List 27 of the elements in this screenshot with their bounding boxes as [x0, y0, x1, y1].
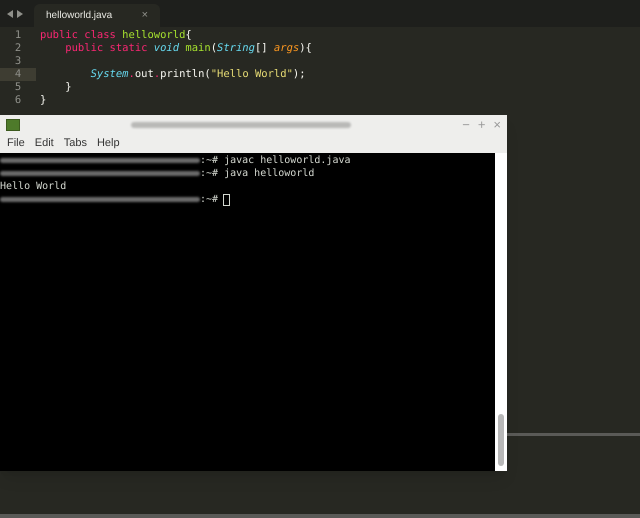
line-number: 3: [14, 55, 22, 68]
terminal-command: :~# javac helloworld.java: [200, 154, 351, 167]
scrollbar[interactable]: [495, 153, 507, 471]
terminal-command: :~#: [200, 193, 218, 206]
menu-item[interactable]: Tabs: [64, 135, 87, 152]
code-line: public class helloworld{: [39, 28, 192, 43]
editor-tab[interactable]: helloworld.java ×: [34, 4, 160, 27]
line-number: 4: [0, 68, 36, 81]
line-number: 1: [14, 29, 22, 42]
line-number: 2: [14, 42, 22, 55]
code-line: }: [39, 92, 46, 108]
left-arrow-icon[interactable]: [6, 10, 14, 18]
terminal-command: :~# java helloworld: [200, 167, 314, 180]
line-number: 5: [14, 81, 22, 94]
tab-close-button[interactable]: ×: [142, 7, 148, 24]
code-line: System.out.println("Hello World");: [90, 66, 306, 82]
right-arrow-icon[interactable]: [16, 10, 24, 18]
terminal-output: Hello World: [0, 180, 66, 193]
line-number: 6: [14, 94, 22, 107]
terminal-app-icon: [6, 118, 20, 130]
menu-item[interactable]: Help: [96, 135, 120, 152]
menu-item[interactable]: File: [7, 135, 25, 152]
code-line: }: [64, 80, 72, 95]
menu-item[interactable]: Edit: [34, 135, 54, 152]
code-line: public static void main(String[] args){: [64, 40, 312, 56]
tab-label: helloworld.java: [46, 9, 112, 23]
text-cursor: [223, 194, 230, 206]
